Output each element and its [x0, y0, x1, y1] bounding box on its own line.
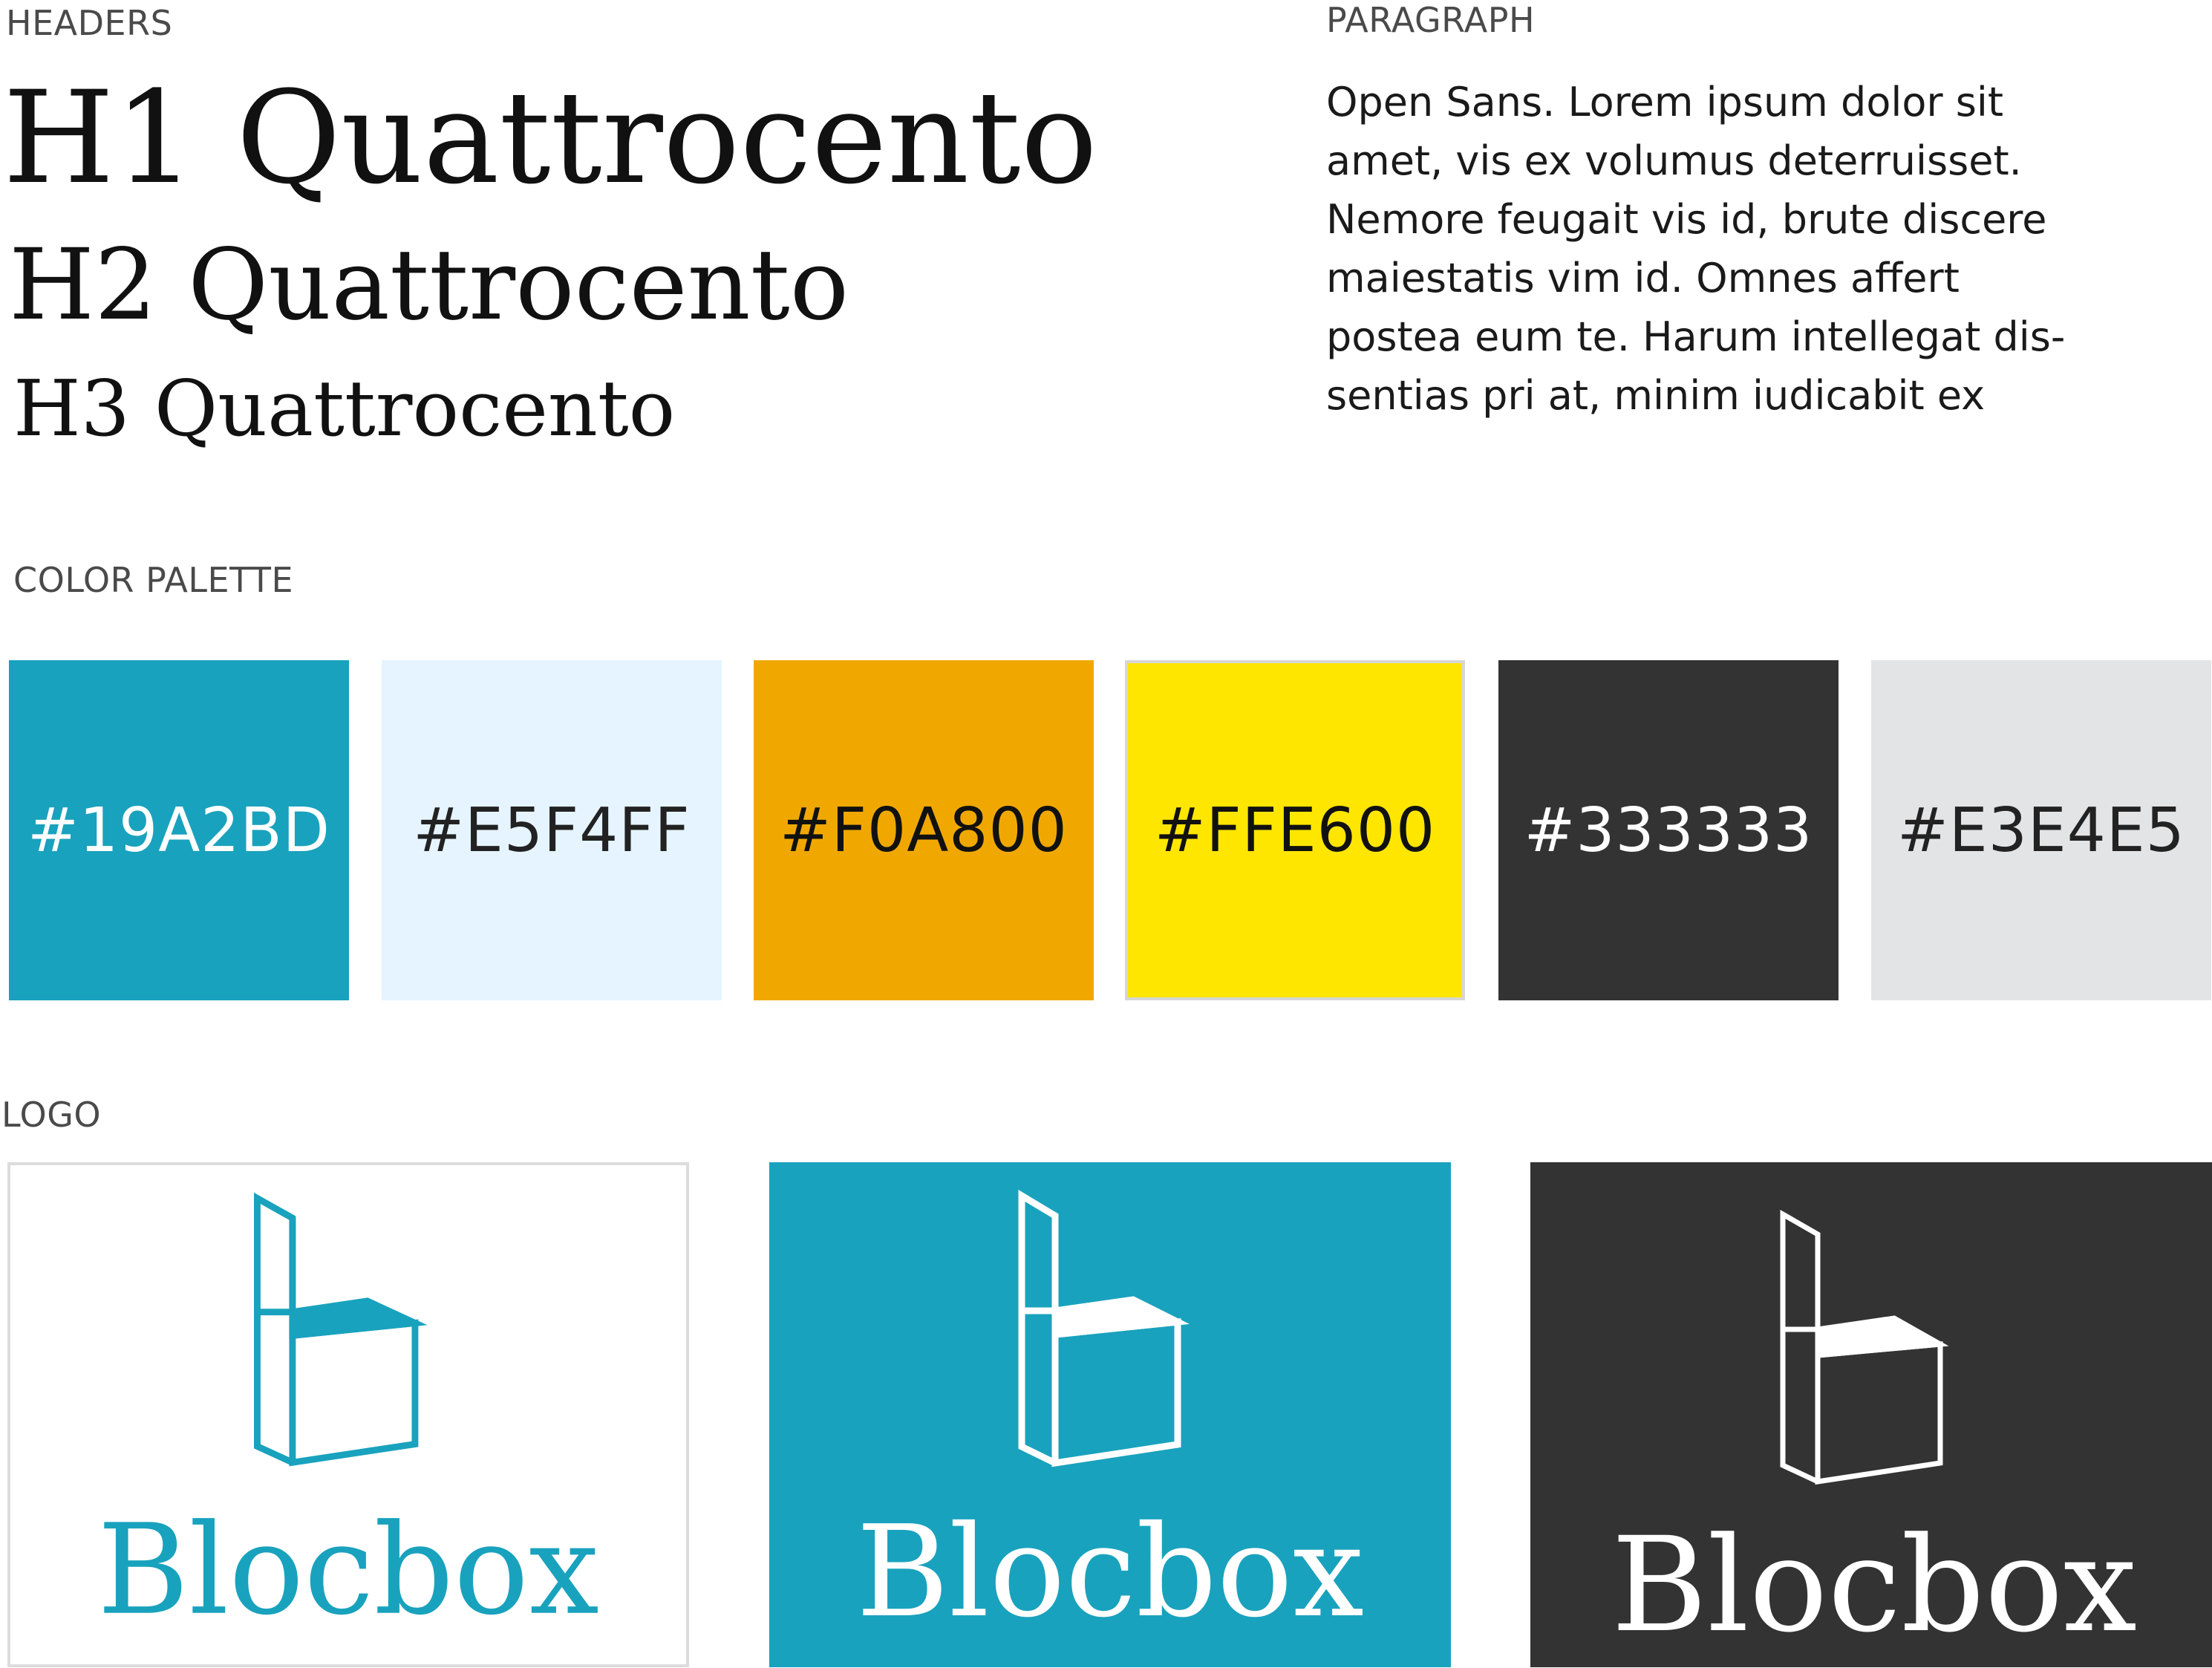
blocbox-logo: Blocbox — [1611, 1209, 2137, 1661]
color-palette-section-label: COLOR PALETTE — [13, 560, 294, 600]
blocbox-b-icon — [254, 1192, 428, 1467]
swatch-hex-label: #333333 — [1524, 795, 1813, 866]
paragraph-line: Open Sans. Lorem ipsum dolor sit — [1326, 79, 2004, 126]
h3-sample: H3 Quattrocento — [13, 363, 676, 454]
logo-card-light: Blocbox — [7, 1162, 689, 1667]
blocbox-b-icon — [1780, 1209, 1949, 1485]
headers-section-label: HEADERS — [6, 3, 173, 43]
swatch-hex-label: #E3E4E5 — [1897, 795, 2185, 866]
color-swatch-light-gray: #E3E4E5 — [1871, 660, 2211, 1000]
paragraph-line: sentias pri at, minim iudicabit ex — [1326, 372, 1986, 419]
logo-wordmark: Blocbox — [1611, 1509, 2137, 1661]
paragraph-line: postea eum te. Harum intellegat dis- — [1326, 313, 2066, 360]
color-swatch-light-blue: #E5F4FF — [382, 660, 722, 1000]
blocbox-logo: Blocbox — [856, 1190, 1364, 1646]
paragraph-line: maiestatis vim id. Omnes affert — [1326, 255, 1960, 302]
blocbox-logo: Blocbox — [97, 1192, 599, 1643]
color-swatch-dark-gray: #333333 — [1498, 660, 1839, 1000]
swatch-hex-label: #E5F4FF — [413, 795, 691, 866]
color-swatch-teal: #19A2BD — [9, 660, 349, 1000]
h1-sample: H1 Quattrocento — [3, 63, 1098, 212]
color-swatch-yellow: #FFE600 — [1125, 660, 1465, 1000]
swatch-hex-label: #19A2BD — [27, 795, 330, 866]
paragraph-section-label: PARAGRAPH — [1326, 0, 1536, 40]
logo-card-dark: Blocbox — [1530, 1162, 2212, 1667]
h2-sample: H2 Quattrocento — [9, 228, 849, 342]
paragraph-line: Nemore feugait vis id, brute discere — [1326, 196, 2047, 243]
paragraph-line: amet, vis ex volumus deterruisset. — [1326, 137, 2022, 184]
logo-card-teal: Blocbox — [769, 1162, 1451, 1667]
paragraph-sample: Open Sans. Lorem ipsum dolor sit amet, v… — [1326, 73, 2065, 425]
swatch-hex-label: #F0A800 — [780, 795, 1068, 866]
logo-section-label: LOGO — [1, 1095, 102, 1135]
swatch-hex-label: #FFE600 — [1154, 795, 1436, 866]
blocbox-b-icon — [1018, 1190, 1190, 1467]
logo-wordmark: Blocbox — [97, 1497, 599, 1643]
color-swatch-orange: #F0A800 — [754, 660, 1094, 1000]
logo-wordmark: Blocbox — [856, 1499, 1364, 1646]
